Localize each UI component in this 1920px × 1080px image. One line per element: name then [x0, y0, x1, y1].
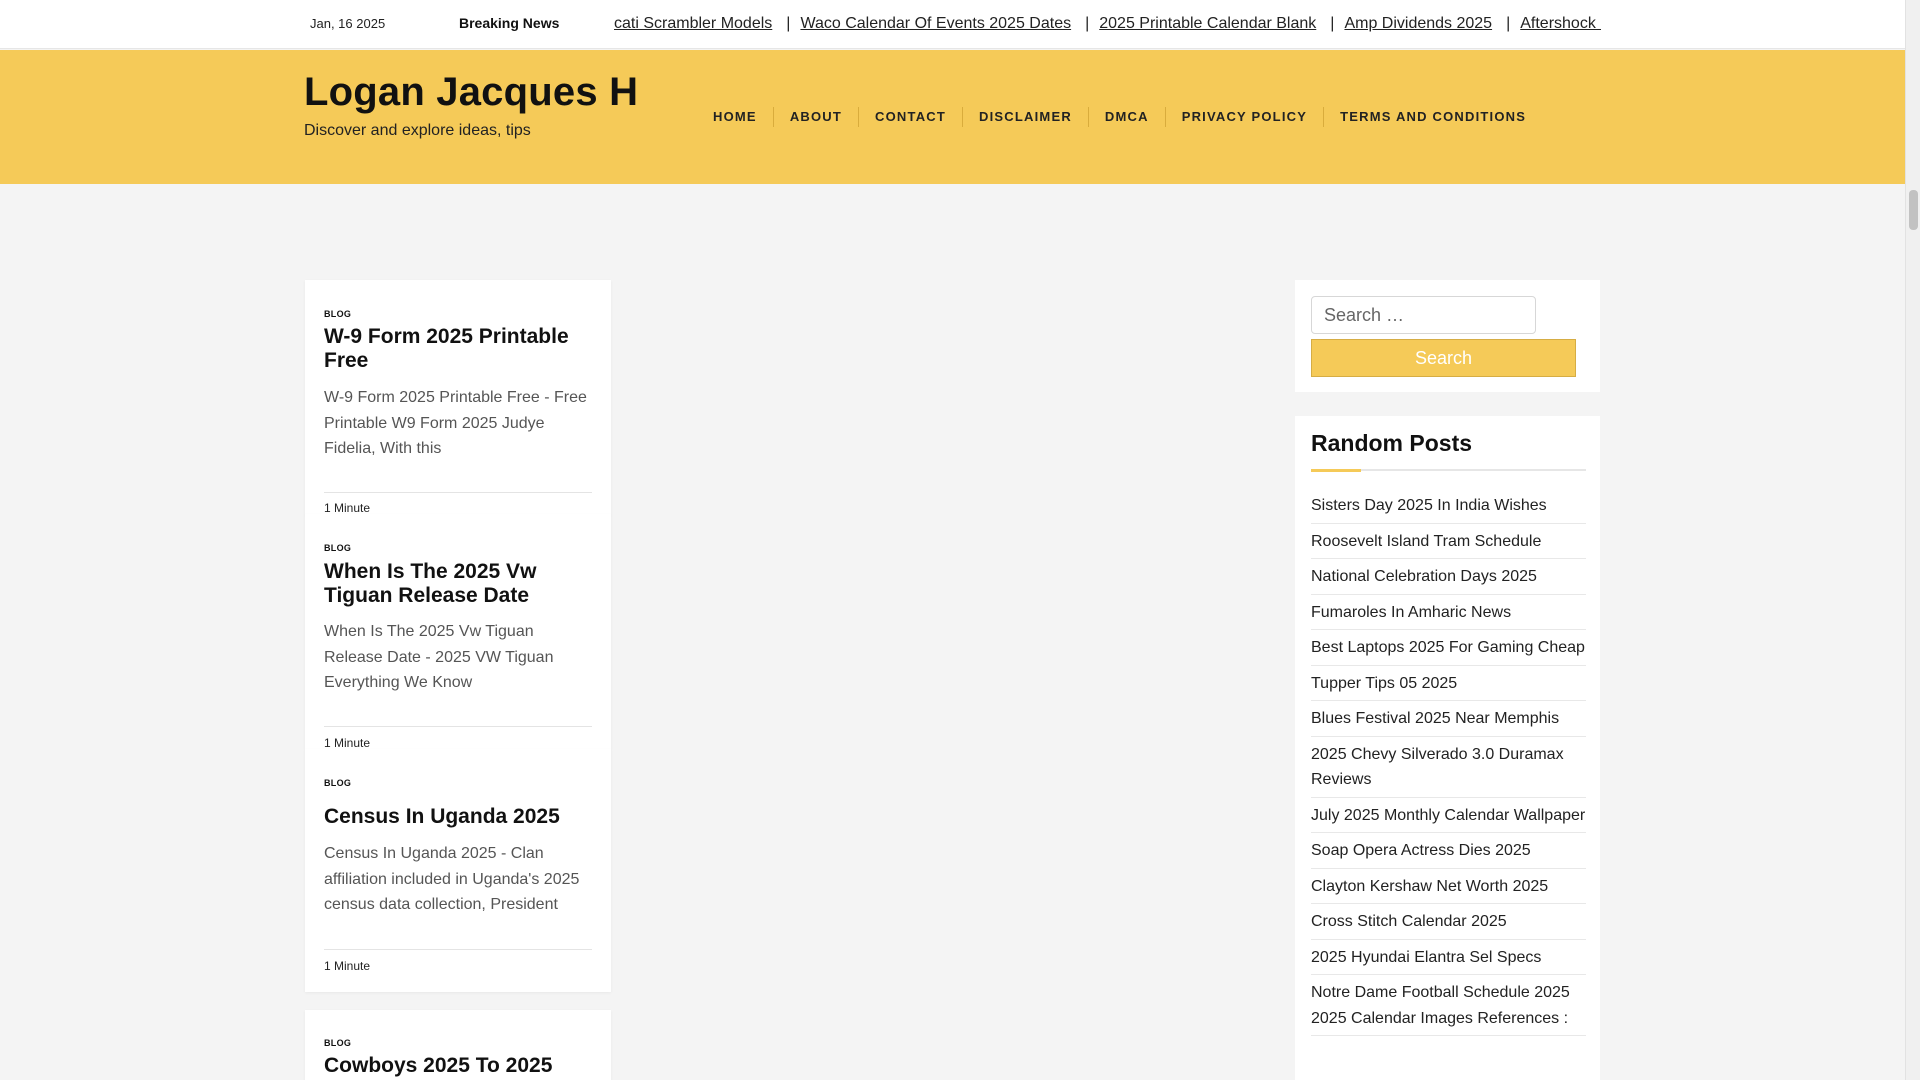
ticker-link[interactable]: Aftershock M	[1520, 15, 1601, 33]
post-read-time: 1 Minute	[324, 959, 371, 973]
search-input[interactable]	[1311, 296, 1536, 334]
random-post-link[interactable]: 2025 Hyundai Elantra Sel Specs	[1311, 940, 1586, 975]
site-tagline: Discover and explore ideas, tips	[304, 122, 531, 139]
post-title[interactable]: Cowboys 2025 To 2025	[324, 1054, 594, 1078]
main-navigation: HOME ABOUT CONTACT DISCLAIMER DMCA PRIVA…	[697, 107, 1542, 127]
ticker-link[interactable]: Waco Calendar Of Events 2025 Dates	[800, 15, 1071, 33]
post-title[interactable]: W-9 Form 2025 Printable Free	[324, 325, 594, 373]
random-posts-widget: Random Posts Sisters Day 2025 In India W…	[1295, 416, 1600, 1080]
ticker-separator: |	[786, 15, 791, 32]
ticker-separator: |	[1330, 15, 1335, 32]
random-post-link[interactable]: Sisters Day 2025 In India Wishes	[1311, 488, 1586, 524]
random-post-link[interactable]: Best Laptops 2025 For Gaming Cheap	[1311, 630, 1586, 666]
breaking-news-label: Breaking News	[459, 15, 560, 31]
random-post-link[interactable]: Notre Dame Football Schedule 2025 2025 C…	[1311, 975, 1586, 1036]
page-scrollbar[interactable]	[1905, 0, 1920, 1080]
post-excerpt: When Is The 2025 Vw Tiguan Release Date …	[324, 623, 554, 691]
nav-contact[interactable]: CONTACT	[859, 107, 964, 127]
widget-title-accent	[1311, 468, 1361, 472]
post-excerpt: Census In Uganda 2025 - Clan affiliation…	[324, 845, 580, 913]
random-post-link[interactable]: National Celebration Days 2025	[1311, 559, 1586, 595]
site-title[interactable]: Logan Jacques H	[304, 70, 638, 115]
post-title[interactable]: When Is The 2025 Vw Tiguan Release Date	[324, 560, 594, 608]
random-post-link[interactable]: Tupper Tips 05 2025	[1311, 666, 1586, 701]
ticker-separator: |	[1506, 15, 1511, 32]
post-divider	[324, 492, 592, 493]
random-post-link[interactable]: July 2025 Monthly Calendar Wallpaper	[1311, 798, 1586, 833]
nav-dmca[interactable]: DMCA	[1089, 107, 1166, 127]
nav-disclaimer[interactable]: DISCLAIMER	[963, 107, 1089, 127]
random-post-link[interactable]: Roosevelt Island Tram Schedule	[1311, 524, 1586, 559]
random-post-link[interactable]: 2025 Chevy Silverado 3.0 Duramax Reviews	[1311, 737, 1586, 798]
random-post-link[interactable]: Cross Stitch Calendar 2025	[1311, 904, 1586, 940]
post-read-time: 1 Minute	[324, 736, 371, 750]
top-bar: Jan, 16 2025 Breaking News cati Scramble…	[0, 0, 1905, 49]
post-card: BLOG Cowboys 2025 To 2025	[305, 1010, 611, 1080]
random-posts-title: Random Posts	[1311, 430, 1473, 456]
nav-terms-and-conditions[interactable]: TERMS AND CONDITIONS	[1324, 107, 1542, 127]
post-divider	[324, 726, 592, 727]
random-post-link[interactable]: Clayton Kershaw Net Worth 2025	[1311, 869, 1586, 904]
post-category[interactable]: BLOG	[324, 778, 351, 788]
breaking-news-ticker: cati Scrambler Models | Waco Calendar Of E…	[614, 0, 1601, 49]
nav-about[interactable]: ABOUT	[774, 107, 860, 127]
ticker-link[interactable]: Amp Dividends 2025	[1344, 15, 1492, 33]
nav-privacy-policy[interactable]: PRIVACY POLICY	[1166, 107, 1325, 127]
site-header: Logan Jacques H Discover and explore ide…	[0, 50, 1905, 184]
ticker-separator: |	[1085, 15, 1090, 32]
widget-title-underline	[1311, 468, 1586, 472]
post-divider	[324, 949, 592, 950]
post-card: BLOG W-9 Form 2025 Printable Free W-9 Fo…	[305, 280, 611, 515]
post-category[interactable]: BLOG	[324, 309, 351, 319]
post-card: BLOG When Is The 2025 Vw Tiguan Release …	[305, 514, 611, 750]
post-title[interactable]: Census In Uganda 2025	[324, 805, 594, 829]
post-excerpt: W-9 Form 2025 Printable Free - Free Prin…	[324, 389, 587, 457]
random-post-link[interactable]: Blues Festival 2025 Near Memphis	[1311, 701, 1586, 737]
random-posts-list: Sisters Day 2025 In India Wishes Rooseve…	[1311, 488, 1586, 1036]
post-card: BLOG Census In Uganda 2025 Census In Uga…	[305, 749, 611, 992]
nav-home[interactable]: HOME	[697, 107, 774, 127]
ticker-link[interactable]: 2025 Printable Calendar Blank	[1099, 15, 1316, 33]
random-post-link[interactable]: Soap Opera Actress Dies 2025	[1311, 833, 1586, 869]
search-button[interactable]: Search	[1311, 339, 1576, 377]
current-date: Jan, 16 2025	[310, 16, 386, 31]
ticker-link[interactable]: cati Scrambler Models	[614, 15, 772, 33]
post-category[interactable]: BLOG	[324, 1038, 351, 1048]
scrollbar-thumb[interactable]	[1909, 190, 1918, 230]
post-read-time: 1 Minute	[324, 501, 371, 515]
search-widget: Search	[1295, 280, 1600, 392]
post-category[interactable]: BLOG	[324, 543, 351, 553]
random-post-link[interactable]: Fumaroles In Amharic News	[1311, 595, 1586, 630]
